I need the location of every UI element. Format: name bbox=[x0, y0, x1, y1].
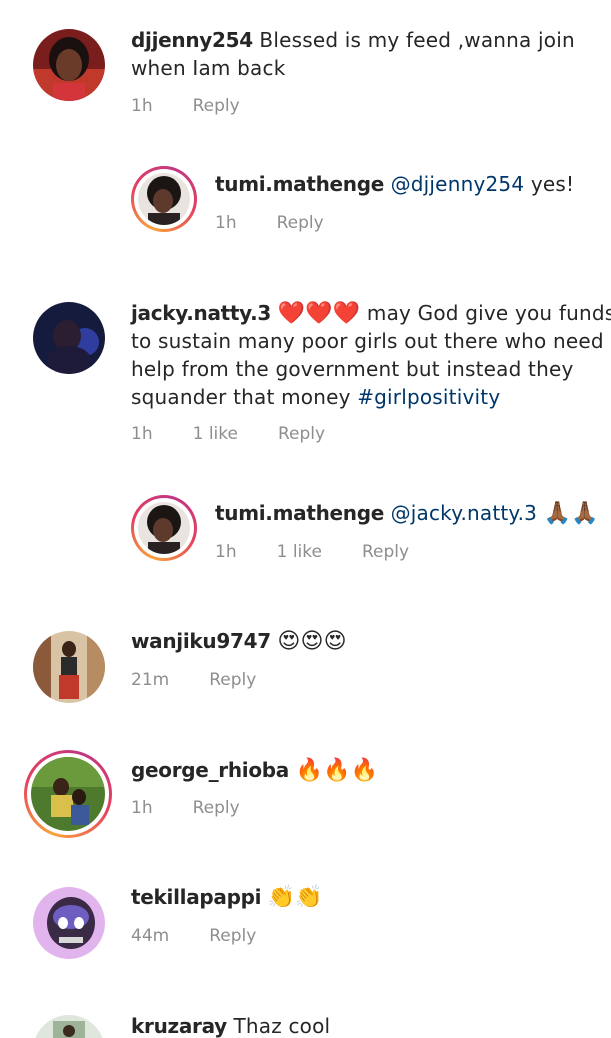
reply-button[interactable]: Reply bbox=[193, 797, 240, 819]
comment-text: kruzaray Thaz cool bbox=[131, 1012, 330, 1038]
comment-username[interactable]: jacky.natty.3 bbox=[131, 301, 271, 325]
reply-button[interactable]: Reply bbox=[278, 423, 325, 445]
avatar[interactable] bbox=[33, 631, 105, 703]
comment-time: 21m bbox=[131, 670, 170, 690]
comment-meta: 44m Reply bbox=[131, 925, 296, 947]
hearts-emoji: ❤️❤️❤️ bbox=[277, 301, 361, 326]
avatar[interactable] bbox=[33, 302, 105, 374]
pray-emoji: 🙏🏾🙏🏾 bbox=[543, 501, 599, 526]
comment-body-line: to sustain many poor girls out there who… bbox=[131, 329, 604, 353]
clapping-emoji: 👏👏 bbox=[267, 885, 323, 910]
reply-button[interactable]: Reply bbox=[209, 925, 256, 947]
mention-link[interactable]: @jacky.natty.3 bbox=[391, 501, 538, 525]
comment-time: 1h bbox=[131, 424, 153, 444]
comment-body: Thaz cool bbox=[233, 1014, 331, 1038]
comment-meta: 1h 1 like Reply bbox=[215, 541, 449, 563]
avatar[interactable] bbox=[33, 887, 105, 959]
avatar[interactable] bbox=[131, 495, 197, 561]
comment-meta: 1h Reply bbox=[131, 797, 280, 819]
likes-count[interactable]: 1 like bbox=[277, 541, 322, 563]
reply-button[interactable]: Reply bbox=[209, 669, 256, 691]
comment-meta: 1h Reply bbox=[215, 212, 364, 234]
comment-item: wanjiku9747 😍😍😍 21m Reply bbox=[0, 615, 611, 725]
comment-body: Blessed is my feed ,wanna join bbox=[259, 28, 575, 52]
comment-text: djjenny254 Blessed is my feed ,wanna joi… bbox=[131, 26, 575, 54]
comment-body-line: help from the government but instead the… bbox=[131, 357, 574, 381]
comment-item: djjenny254 Blessed is my feed ,wanna joi… bbox=[0, 0, 611, 140]
comment-username[interactable]: wanjiku9747 bbox=[131, 629, 271, 653]
mention-link[interactable]: @djjenny254 bbox=[391, 172, 525, 196]
comment-time: 1h bbox=[131, 798, 153, 818]
comment-username[interactable]: tekillapappi bbox=[131, 885, 262, 909]
reply-button[interactable]: Reply bbox=[193, 95, 240, 117]
comment-item: kruzaray Thaz cool bbox=[0, 1005, 611, 1038]
comment-meta: 21m Reply bbox=[131, 669, 296, 691]
likes-count[interactable]: 1 like bbox=[193, 423, 238, 445]
heart-eyes-emoji: 😍😍😍 bbox=[277, 629, 347, 654]
comment-username[interactable]: kruzaray bbox=[131, 1014, 227, 1038]
comment-text: george_rhioba 🔥🔥🔥 bbox=[131, 756, 378, 785]
comment-text: tumi.mathenge @djjenny254 yes! bbox=[215, 170, 574, 198]
avatar[interactable] bbox=[24, 750, 112, 838]
comment-username[interactable]: tumi.mathenge bbox=[215, 172, 384, 196]
comment-time: 1h bbox=[215, 213, 237, 233]
comment-meta: 1h Reply bbox=[131, 95, 280, 117]
comment-time: 1h bbox=[131, 96, 153, 116]
comment-body: may God give you funds bbox=[366, 301, 611, 325]
avatar[interactable] bbox=[33, 1015, 105, 1038]
comment-text: tumi.mathenge @jacky.natty.3 🙏🏾🙏🏾 bbox=[215, 499, 599, 528]
comment-username[interactable]: djjenny254 bbox=[131, 28, 253, 52]
comment-item: jacky.natty.3 ❤️❤️❤️ may God give you fu… bbox=[0, 285, 611, 465]
reply-item: tumi.mathenge @djjenny254 yes! 1h Reply bbox=[0, 160, 611, 260]
comment-text: wanjiku9747 😍😍😍 bbox=[131, 627, 347, 656]
comment-time: 1h bbox=[215, 542, 237, 562]
avatar[interactable] bbox=[131, 166, 197, 232]
comment-text: tekillapappi 👏👏 bbox=[131, 883, 323, 912]
comment-body: squander that money bbox=[131, 385, 351, 409]
comment-text: jacky.natty.3 ❤️❤️❤️ may God give you fu… bbox=[131, 299, 611, 328]
comment-body-line: when Iam back bbox=[131, 56, 286, 80]
fire-emoji: 🔥🔥🔥 bbox=[295, 758, 379, 783]
hashtag-link[interactable]: #girlpositivity bbox=[357, 385, 500, 409]
reply-item: tumi.mathenge @jacky.natty.3 🙏🏾🙏🏾 1h 1 li… bbox=[0, 490, 611, 590]
avatar[interactable] bbox=[33, 29, 105, 101]
comment-username[interactable]: george_rhioba bbox=[131, 758, 289, 782]
reply-button[interactable]: Reply bbox=[362, 541, 409, 563]
comment-body: yes! bbox=[530, 172, 575, 196]
comment-username[interactable]: tumi.mathenge bbox=[215, 501, 384, 525]
comment-item: george_rhioba 🔥🔥🔥 1h Reply bbox=[0, 745, 611, 855]
reply-button[interactable]: Reply bbox=[277, 212, 324, 234]
comment-text-line: squander that money #girlpositivity bbox=[131, 383, 500, 411]
comment-time: 44m bbox=[131, 926, 170, 946]
comment-meta: 1h 1 like Reply bbox=[131, 423, 365, 445]
comment-item: tekillapappi 👏👏 44m Reply bbox=[0, 875, 611, 985]
